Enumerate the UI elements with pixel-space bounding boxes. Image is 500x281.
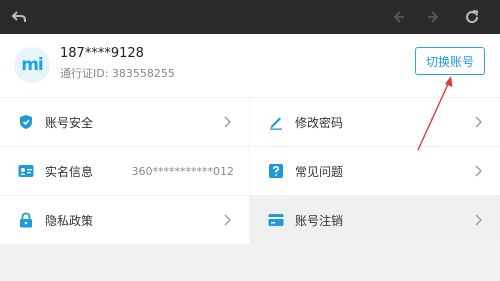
avatar: mi: [14, 47, 50, 83]
question-icon: [268, 163, 284, 179]
menu-item-change-password[interactable]: 修改密码: [250, 98, 500, 146]
refresh-button[interactable]: [455, 0, 489, 34]
top-toolbar: [0, 0, 500, 34]
nav-forward-button[interactable]: [417, 0, 451, 34]
menu-item-delete-account[interactable]: 账号注销: [250, 196, 500, 244]
pencil-icon: [268, 114, 284, 130]
menu-item-label: 账号注销: [295, 213, 344, 228]
menu-item-account-security[interactable]: 账号安全: [0, 98, 249, 146]
back-button[interactable]: [2, 0, 36, 34]
menu-item-privacy-policy[interactable]: 隐私政策: [0, 196, 249, 244]
menu-item-label: 常见问题: [295, 164, 344, 179]
refresh-icon: [464, 9, 480, 25]
shield-icon: [18, 114, 34, 130]
account-header: mi 187****9128 通行证ID: 383558255 切换账号: [0, 34, 500, 97]
mi-logo-icon: mi: [21, 55, 44, 75]
id-number-value: 360***********012: [131, 164, 235, 178]
switch-account-button[interactable]: 切换账号: [415, 47, 485, 75]
id-card-icon: [18, 163, 34, 179]
menu-item-label: 隐私政策: [45, 213, 94, 228]
menu-item-real-name-info[interactable]: 实名信息 360***********012: [0, 147, 249, 195]
back-arrow-icon: [11, 9, 27, 25]
account-uid: 通行证ID: 383558255: [60, 67, 175, 80]
menu-item-label: 账号安全: [45, 115, 94, 130]
chevron-right-icon: [475, 165, 482, 177]
arrow-left-icon: [390, 9, 406, 25]
card-icon: [268, 212, 284, 228]
menu-item-label: 修改密码: [295, 115, 344, 130]
arrow-right-icon: [426, 9, 442, 25]
chevron-right-icon: [224, 116, 231, 128]
lock-icon: [18, 212, 34, 228]
menu-item-label: 实名信息: [45, 164, 94, 179]
chevron-right-icon: [475, 214, 482, 226]
nav-back-button[interactable]: [381, 0, 415, 34]
account-phone: 187****9128: [60, 46, 144, 61]
chevron-right-icon: [475, 116, 482, 128]
menu-item-faq[interactable]: 常见问题: [250, 147, 500, 195]
chevron-right-icon: [224, 214, 231, 226]
